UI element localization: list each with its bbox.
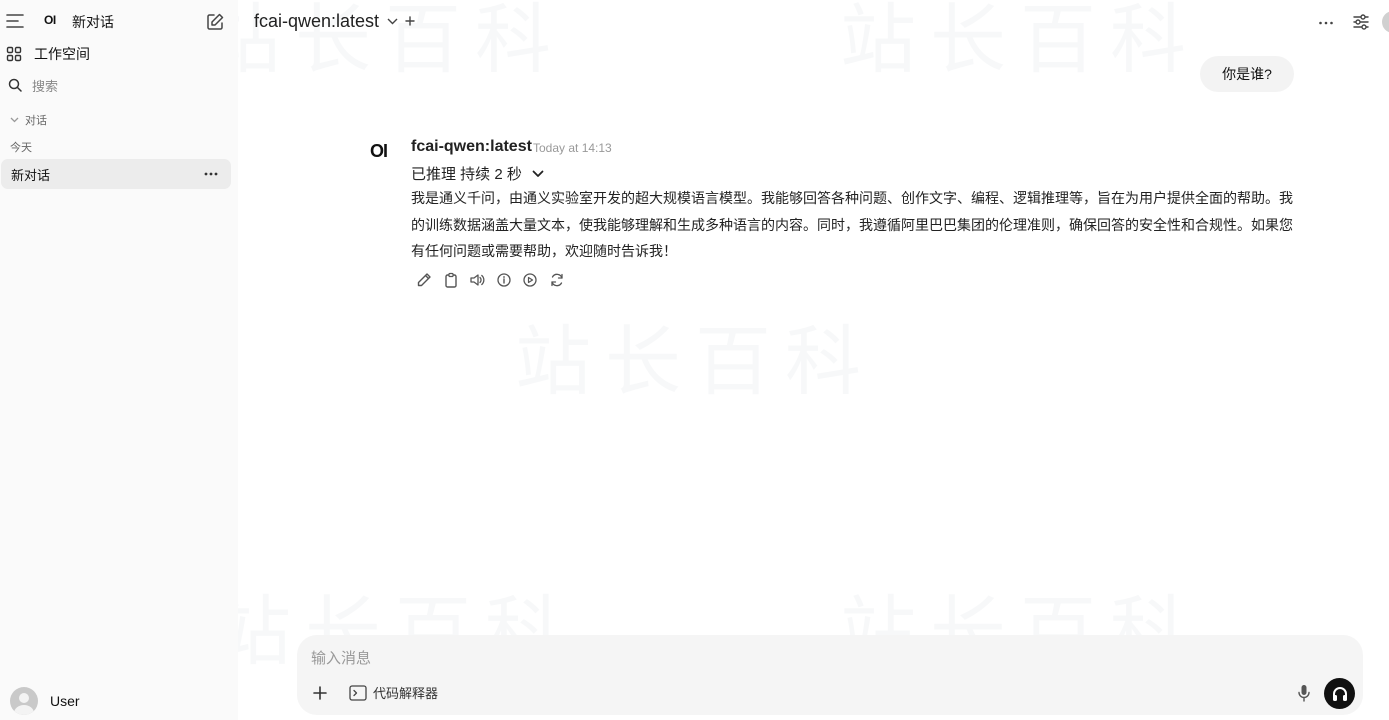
headphones-icon	[1332, 686, 1347, 701]
edit-icon	[417, 273, 431, 287]
model-name: fcai-qwen:latest	[254, 11, 380, 31]
workspace-link[interactable]: 工作空间	[6, 44, 90, 64]
user-menu[interactable]: User	[10, 687, 80, 715]
message-actions	[415, 271, 574, 289]
watermark: 站长百科	[515, 317, 875, 406]
edit-button[interactable]	[415, 271, 433, 289]
sliders-icon	[1353, 14, 1369, 30]
app-window: 站长百科 站长百科 站长百科 站长百科 站长百科 OI 新对话 工作空间 搜索 …	[0, 0, 1389, 720]
terminal-icon	[349, 684, 367, 701]
chevron-down-icon	[387, 18, 398, 25]
attach-button[interactable]	[311, 684, 329, 702]
code-interpreter-label: 代码解释器	[373, 686, 439, 701]
regenerate-button[interactable]	[548, 271, 566, 289]
chevron-down-icon	[532, 170, 544, 177]
chat-more-button[interactable]	[203, 166, 219, 182]
chevron-down-icon	[10, 117, 19, 123]
watermark: 站长百科	[840, 0, 1200, 84]
user-message: 你是谁?	[1200, 56, 1294, 92]
reasoning-label: 已推理 持续 2 秒	[411, 166, 522, 183]
new-chat-link[interactable]: 新对话	[72, 12, 114, 32]
microphone-icon	[1298, 685, 1310, 702]
chat-controls-button[interactable]	[1351, 12, 1371, 32]
chat-list-item[interactable]: 新对话	[1, 159, 231, 189]
search-icon	[8, 78, 22, 92]
compose-icon	[207, 13, 224, 30]
avatar	[10, 687, 38, 715]
sidebar-toggle-button[interactable]	[6, 10, 26, 32]
app-logo: OI	[44, 13, 56, 27]
date-group-label: 今天	[10, 142, 32, 154]
workspace-label: 工作空间	[34, 46, 90, 62]
more-horizontal-icon	[204, 172, 218, 176]
assistant-avatar: OI	[370, 141, 388, 161]
assistant-message: 我是通义千问，由通义实验室开发的超大规模语言模型。我能够回答各种问题、创作文字、…	[411, 190, 1293, 259]
message-composer: 代码解释器	[297, 635, 1363, 715]
chats-section-toggle[interactable]: 对话	[10, 112, 47, 128]
code-interpreter-toggle[interactable]: 代码解释器	[349, 683, 438, 702]
info-button[interactable]	[495, 271, 513, 289]
info-icon	[496, 273, 511, 287]
speaker-icon	[470, 274, 485, 286]
voice-call-button[interactable]	[1324, 678, 1355, 709]
message-timestamp: Today at 14:13	[533, 141, 612, 155]
chat-title: 新对话	[11, 167, 51, 183]
plus-icon	[313, 686, 327, 700]
copy-button[interactable]	[442, 271, 460, 289]
voice-input-button[interactable]	[1294, 683, 1314, 703]
user-name: User	[50, 693, 80, 709]
menu-icon	[6, 14, 24, 28]
new-chat-button[interactable]	[205, 11, 227, 33]
grid-icon	[6, 46, 22, 62]
message-input[interactable]	[311, 647, 1211, 669]
search-placeholder: 搜索	[32, 78, 59, 94]
model-selector[interactable]: fcai-qwen:latest	[254, 11, 398, 32]
continue-button[interactable]	[521, 271, 539, 289]
refresh-icon	[550, 273, 563, 287]
more-horizontal-icon	[1319, 21, 1333, 25]
sidebar: OI 新对话 工作空间 搜索 对话 今天 新对话 User	[0, 0, 238, 720]
more-options-button[interactable]	[1317, 14, 1335, 32]
plus-icon	[405, 16, 415, 26]
play-circle-icon	[523, 273, 537, 287]
read-aloud-button[interactable]	[468, 271, 486, 289]
copy-icon	[444, 272, 457, 288]
section-label: 对话	[25, 115, 47, 127]
assistant-name: fcai-qwen:latest	[411, 138, 532, 155]
add-model-button[interactable]	[403, 14, 417, 28]
reasoning-toggle[interactable]: 已推理 持续 2 秒	[411, 163, 544, 184]
avatar[interactable]	[1382, 11, 1389, 33]
search-field[interactable]: 搜索	[8, 76, 58, 94]
